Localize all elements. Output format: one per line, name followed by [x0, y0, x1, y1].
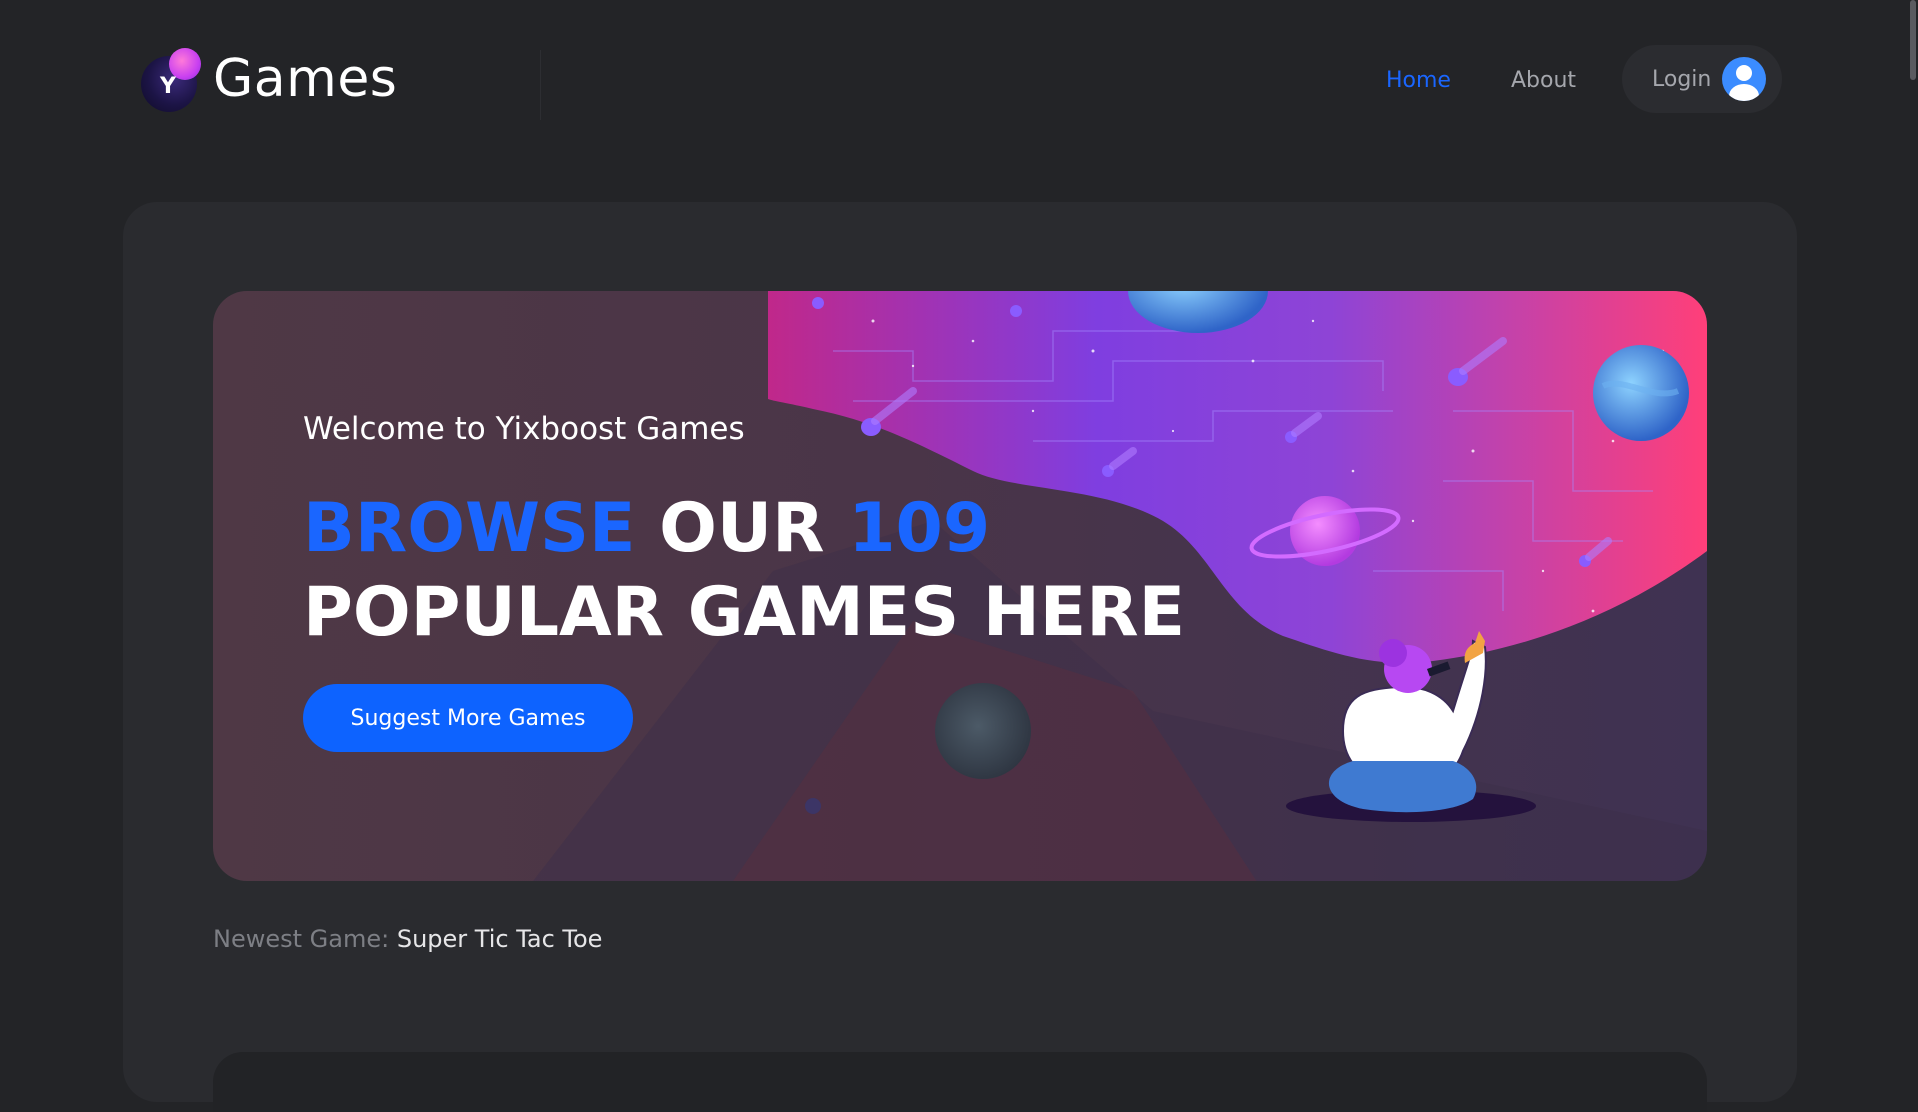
site-logo[interactable]: Y Games: [141, 48, 398, 112]
newest-game: Newest Game: Super Tic Tac Toe: [213, 925, 602, 953]
headline-browse: BROWSE: [303, 489, 636, 568]
suggest-more-games-button[interactable]: Suggest More Games: [303, 684, 633, 752]
headline-our: OUR: [659, 489, 825, 568]
logo-text: Games: [213, 49, 398, 109]
header-divider: [540, 50, 541, 120]
headline-game-count: 109: [848, 489, 991, 568]
login-label: Login: [1652, 66, 1712, 92]
nav-link-home[interactable]: Home: [1386, 68, 1451, 93]
newest-game-label: Newest Game:: [213, 925, 390, 953]
hero-welcome-text: Welcome to Yixboost Games: [303, 411, 745, 447]
hero-headline-line1: BROWSE OUR 109: [303, 487, 1185, 571]
nav-link-about[interactable]: About: [1511, 68, 1576, 93]
site-header: Y Games Home About Login: [0, 0, 1918, 160]
logo-letter: Y: [160, 74, 176, 99]
login-button[interactable]: Login: [1622, 45, 1782, 113]
newest-game-link[interactable]: Super Tic Tac Toe: [397, 925, 603, 953]
user-avatar-icon: [1722, 57, 1766, 101]
page-scrollbar[interactable]: [1910, 0, 1916, 80]
hero-banner: Welcome to Yixboost Games BROWSE OUR 109…: [213, 291, 1707, 881]
yixboost-logo-icon: Y: [141, 48, 203, 112]
hero-headline: BROWSE OUR 109 POPULAR GAMES HERE: [303, 487, 1185, 655]
games-list-card: [213, 1052, 1707, 1112]
hero-headline-line2: POPULAR GAMES HERE: [303, 573, 1186, 652]
